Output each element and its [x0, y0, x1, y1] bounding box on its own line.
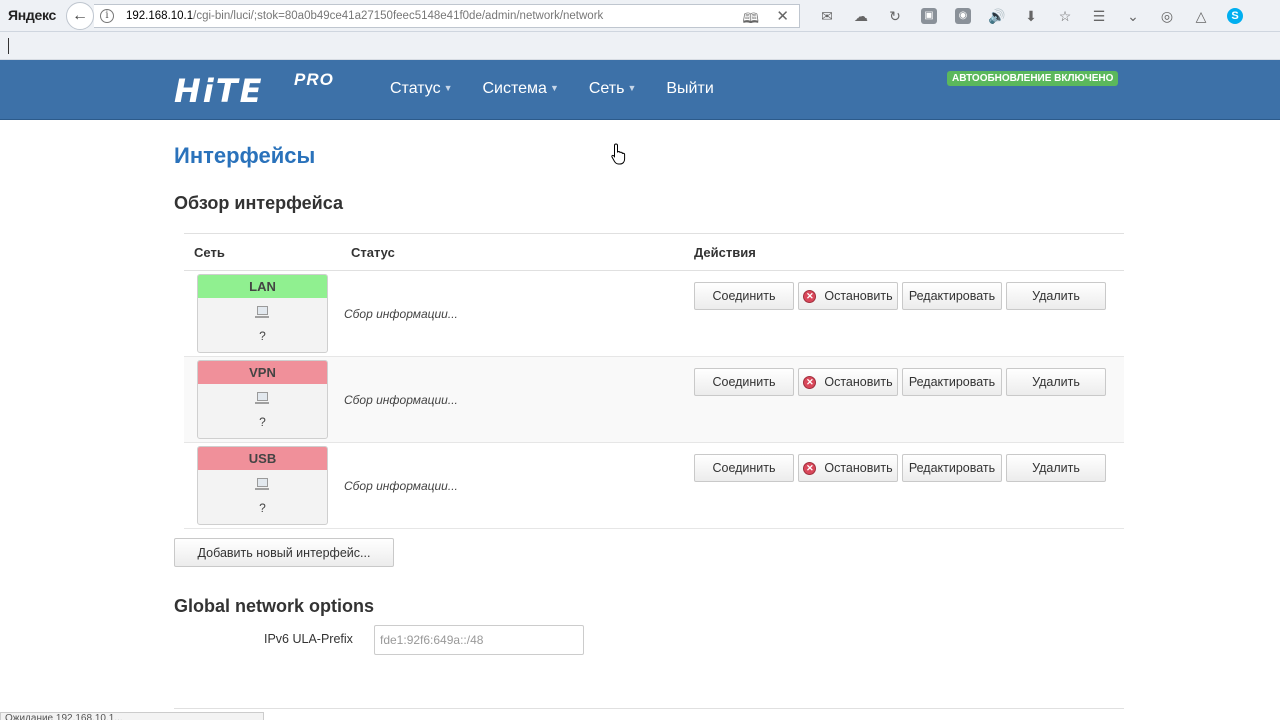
nav-network-label: Сеть: [588, 80, 625, 97]
table-row-usb: USB ? Сбор информации... Соединить ✕ Оста…: [184, 443, 1124, 529]
logo-sub-text: PRO: [294, 70, 334, 89]
network-device-icon: [255, 477, 269, 491]
extension-icon[interactable]: ▣: [912, 6, 946, 26]
stop-icon: ✕: [803, 461, 817, 475]
stop-button[interactable]: ✕ Остановить: [798, 368, 898, 396]
stop-label: Остановить: [824, 375, 893, 389]
nav-logout[interactable]: Выйти: [666, 80, 713, 98]
stop-button[interactable]: ✕ Остановить: [798, 454, 898, 482]
nav-logout-label: Выйти: [666, 80, 714, 97]
connect-button[interactable]: Соединить: [694, 368, 794, 396]
global-options-title: Global network options: [174, 596, 375, 616]
page-title: Интерфейсы: [174, 143, 316, 168]
hand-cursor-icon: [611, 143, 626, 165]
interface-status: Сбор информации...: [344, 393, 458, 407]
stop-icon: ✕: [803, 289, 817, 303]
delete-button[interactable]: Удалить: [1006, 454, 1106, 482]
bookmarks-icon[interactable]: ☰: [1082, 6, 1116, 26]
interface-badge-usb: USB ?: [197, 446, 328, 525]
footer-divider: [174, 708, 1124, 709]
address-text[interactable]: 192.168.10.1/cgi-bin/luci/;stok=80a0b49c…: [126, 10, 603, 22]
interfaces-table: Сеть Статус Действия LAN ? Сбор информац…: [184, 233, 1124, 529]
arrow-left-icon: ←: [72, 7, 88, 24]
address-path: /cgi-bin/luci/;stok=80a0b49ce41a27150fee…: [193, 10, 604, 22]
caret-down-icon: ▼: [549, 83, 559, 93]
table-row-vpn: VPN ? Сбор информации... Соединить ✕ Оста…: [184, 357, 1124, 443]
browser-brand: Яндекс: [8, 7, 56, 23]
reader-mode-icon[interactable]: 🕮: [742, 8, 759, 32]
adblock-icon[interactable]: ◎: [1150, 6, 1184, 26]
edit-button[interactable]: Редактировать: [902, 368, 1002, 396]
stop-icon: ✕: [803, 375, 817, 389]
nav-system-label: Система: [482, 80, 547, 97]
logo-main-text: HiTE: [174, 72, 264, 110]
table-header: Сеть Статус Действия: [184, 233, 1124, 271]
stop-button[interactable]: ✕ Остановить: [798, 282, 898, 310]
network-device-icon: [255, 305, 269, 319]
column-status: Статус: [351, 245, 395, 260]
edit-button[interactable]: Редактировать: [902, 454, 1002, 482]
browser-toolbar: Яндекс ← i 192.168.10.1/cgi-bin/luci/;st…: [0, 0, 1280, 32]
skype-icon[interactable]: S: [1218, 6, 1252, 26]
interface-status: Сбор информации...: [344, 479, 458, 493]
bookmarks-bar: [0, 32, 1280, 60]
network-device-icon: [255, 391, 269, 405]
connect-button[interactable]: Соединить: [694, 282, 794, 310]
interface-name: VPN: [198, 361, 327, 384]
cloud-sync-icon[interactable]: ↻: [878, 6, 912, 26]
column-actions: Действия: [694, 245, 756, 260]
sync-icon[interactable]: △: [1184, 6, 1218, 26]
pocket-icon[interactable]: ⌄: [1116, 6, 1150, 26]
star-icon[interactable]: ☆: [1048, 6, 1082, 26]
nav-status[interactable]: Статус ▼: [390, 80, 453, 98]
interface-device: ?: [259, 415, 266, 429]
info-icon[interactable]: i: [100, 9, 114, 23]
browser-status-bar: Ожидание 192.168.10.1...: [0, 712, 264, 720]
interface-badge-vpn: VPN ?: [197, 360, 328, 439]
stop-label: Остановить: [824, 461, 893, 475]
caret-down-icon: ▼: [443, 83, 453, 93]
stop-label: Остановить: [824, 289, 893, 303]
autorefresh-badge[interactable]: АВТООБНОВЛЕНИЕ ВКЛЮЧЕНО: [947, 71, 1119, 86]
section-title: Обзор интерфейса: [174, 193, 343, 213]
interface-status: Сбор информации...: [344, 307, 458, 321]
edit-button[interactable]: Редактировать: [902, 282, 1002, 310]
text-caret: [8, 38, 9, 54]
extension-green-icon[interactable]: ◉: [946, 6, 980, 26]
connect-button[interactable]: Соединить: [694, 454, 794, 482]
interface-device: ?: [259, 501, 266, 515]
interface-name: USB: [198, 447, 327, 470]
column-network: Сеть: [194, 245, 225, 260]
speaker-icon[interactable]: 🔊: [980, 6, 1014, 26]
nav-system[interactable]: Система ▼: [483, 80, 559, 98]
ula-prefix-input[interactable]: [374, 625, 584, 655]
table-row-lan: LAN ? Сбор информации... Соединить ✕ Оста…: [184, 271, 1124, 357]
toolbar-icons: ✉ ☁ ↻ ▣ ◉ 🔊 ⬇ ☆ ☰ ⌄ ◎ △ S: [810, 6, 1252, 26]
download-icon[interactable]: ⬇: [1014, 6, 1048, 26]
brand-logo[interactable]: HiTE PRO: [174, 70, 333, 110]
ula-prefix-label: IPv6 ULA-Prefix: [264, 632, 353, 646]
delete-button[interactable]: Удалить: [1006, 368, 1106, 396]
interface-device: ?: [259, 329, 266, 343]
add-interface-button[interactable]: Добавить новый интерфейс...: [174, 538, 394, 567]
caret-down-icon: ▼: [627, 83, 637, 93]
main-nav: Статус ▼ Система ▼ Сеть ▼ Выйти: [390, 80, 714, 98]
back-button[interactable]: ←: [66, 2, 94, 30]
address-bar[interactable]: i 192.168.10.1/cgi-bin/luci/;stok=80a0b4…: [94, 4, 800, 28]
close-icon[interactable]: ✕: [776, 7, 789, 25]
address-host: 192.168.10.1: [126, 10, 194, 22]
nav-network[interactable]: Сеть ▼: [589, 80, 637, 98]
weather-icon[interactable]: ☁: [844, 6, 878, 26]
mail-icon[interactable]: ✉: [810, 6, 844, 26]
delete-button[interactable]: Удалить: [1006, 282, 1106, 310]
nav-status-label: Статус: [390, 80, 441, 97]
interface-badge-lan: LAN ?: [197, 274, 328, 353]
top-navbar: HiTE PRO Статус ▼ Система ▼ Сеть ▼ Выйти АВ…: [0, 60, 1280, 120]
interface-name: LAN: [198, 275, 327, 298]
